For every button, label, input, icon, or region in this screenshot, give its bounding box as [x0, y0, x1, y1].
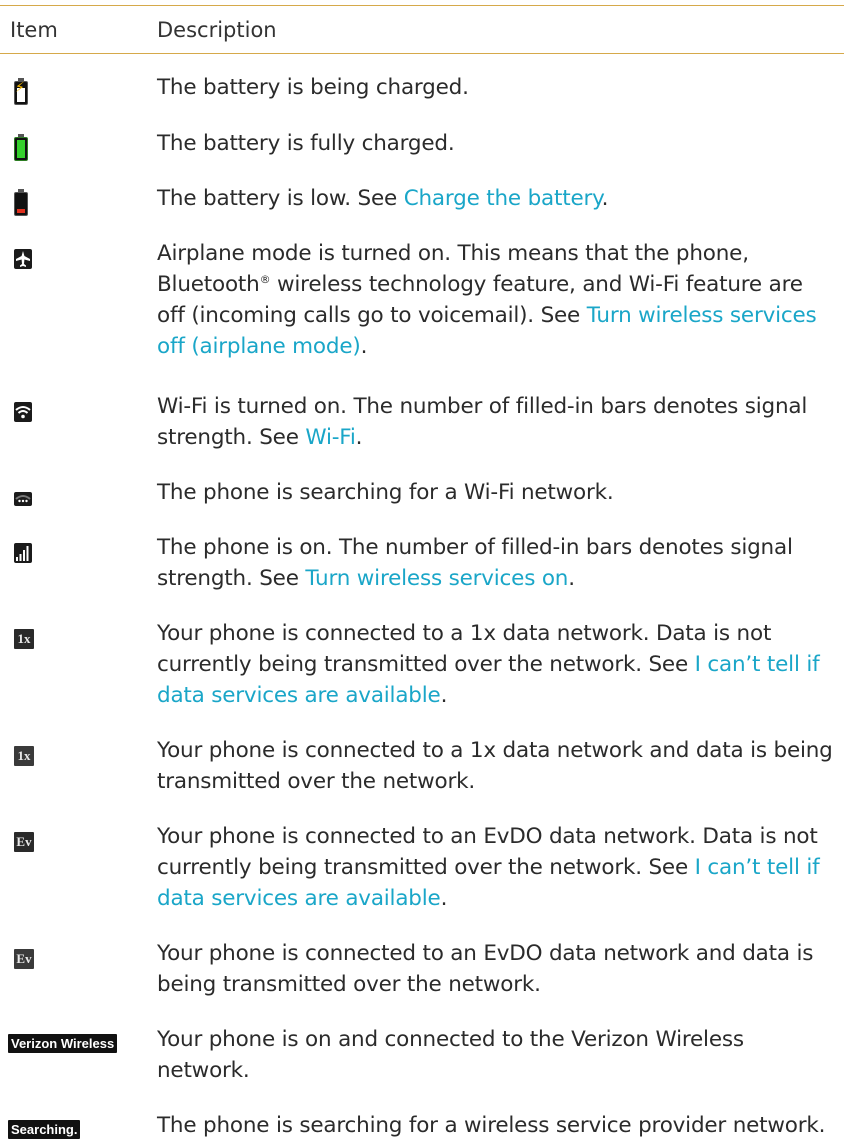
row-description: The battery is fully charged.: [157, 131, 455, 156]
link-charge-battery[interactable]: Charge the battery: [404, 186, 602, 211]
ev-badge: Ev: [14, 832, 34, 852]
1x-badge: 1x: [14, 746, 34, 766]
row-description: The battery is being charged.: [157, 75, 469, 100]
row-description: The phone is searching for a wireless se…: [157, 1113, 826, 1138]
header-rule: [0, 53, 844, 54]
1x-badge: 1x: [14, 629, 34, 649]
row-description: Your phone is connected to an EvDO data …: [157, 824, 820, 911]
wifi-searching-icon: [8, 483, 148, 513]
carrier-name-icon: Verizon Wireless: [8, 1030, 148, 1060]
ev-badge: Ev: [14, 949, 34, 969]
signal-bars-icon: [8, 538, 148, 568]
row-description: Your phone is connected to a 1x data net…: [157, 738, 833, 794]
row-description: The phone is on. The number of filled-in…: [157, 535, 793, 591]
1x-idle-icon: 1x: [8, 624, 148, 654]
carrier-badge: Verizon Wireless: [8, 1034, 118, 1053]
evdo-idle-icon: Ev: [8, 827, 148, 857]
battery-low-icon: [8, 189, 148, 219]
row-description: The phone is searching for a Wi-Fi netwo…: [157, 480, 614, 505]
row-description: Your phone is on and connected to the Ve…: [157, 1027, 744, 1083]
link-turn-wireless-on[interactable]: Turn wireless services on: [305, 566, 568, 591]
link-wifi[interactable]: Wi-Fi: [305, 425, 355, 450]
row-description: The battery is low. See Charge the batte…: [157, 186, 609, 211]
row-description: Wi-Fi is turned on. The number of filled…: [157, 394, 808, 450]
wifi-icon: [8, 397, 148, 427]
searching-badge: Searching.: [8, 1120, 81, 1139]
row-description: Your phone is connected to a 1x data net…: [157, 621, 820, 708]
row-description: Your phone is connected to an EvDO data …: [157, 941, 814, 997]
evdo-active-icon: Ev: [8, 944, 148, 974]
row-description: Airplane mode is turned on. This means t…: [157, 241, 817, 359]
searching-provider-icon: Searching.: [8, 1116, 148, 1146]
airplane-icon: [8, 244, 148, 274]
column-header-item: Item: [10, 18, 58, 42]
column-header-description: Description: [157, 18, 277, 42]
1x-active-icon: 1x: [8, 741, 148, 771]
top-rule: [0, 5, 844, 6]
battery-charging-icon: ⚡: [8, 78, 148, 108]
battery-full-icon: [8, 134, 148, 164]
